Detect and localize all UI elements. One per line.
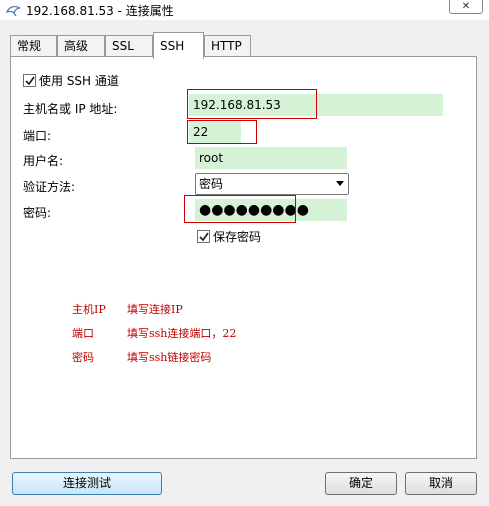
tab-label: HTTP xyxy=(211,39,242,53)
window-title: 192.168.81.53 - 连接属性 xyxy=(26,4,174,18)
tab-label: SSH xyxy=(160,39,185,53)
annotation-text: 填写ssh链接密码 xyxy=(127,351,212,364)
port-label: 端口: xyxy=(23,129,52,143)
title-bar: 192.168.81.53 - 连接属性 ✕ xyxy=(0,0,489,20)
tab-ssl[interactable]: SSL xyxy=(105,35,153,57)
tab-general[interactable]: 常规 xyxy=(10,35,57,57)
dolphin-app-icon xyxy=(5,3,22,17)
connection-test-button[interactable]: 连接测试 xyxy=(12,472,162,495)
close-icon: ✕ xyxy=(461,1,471,12)
connection-properties-window: 192.168.81.53 - 连接属性 ✕ 常规 高级 SSL SSH HTT… xyxy=(0,0,489,506)
tab-label: SSL xyxy=(112,39,134,53)
dropdown-arrow-icon xyxy=(336,181,344,186)
tab-label: 常规 xyxy=(17,39,42,53)
tab-label: 高级 xyxy=(64,39,89,53)
username-input[interactable]: root xyxy=(195,147,347,169)
annotation-key: 端口 xyxy=(72,327,94,340)
tab-ssh[interactable]: SSH xyxy=(153,32,204,59)
username-label: 用户名: xyxy=(23,154,64,168)
annotation-key: 密码 xyxy=(72,351,94,364)
save-password-label: 保存密码 xyxy=(213,230,262,244)
password-label: 密码: xyxy=(23,206,52,220)
auth-method-value: 密码 xyxy=(199,177,224,191)
auth-method-select[interactable]: 密码 xyxy=(195,173,349,195)
use-ssh-label: 使用 SSH 通道 xyxy=(39,74,119,88)
ok-button[interactable]: 确定 xyxy=(325,472,397,495)
annotation-text: 填写ssh连接端口，22 xyxy=(127,327,237,340)
close-button[interactable]: ✕ xyxy=(449,0,483,14)
tab-advanced[interactable]: 高级 xyxy=(57,35,105,57)
host-label: 主机名或 IP 地址: xyxy=(23,102,118,116)
auth-method-label: 验证方法: xyxy=(23,180,76,194)
save-password-checkbox[interactable] xyxy=(197,230,210,243)
tab-http[interactable]: HTTP xyxy=(204,35,251,57)
password-highlight-box xyxy=(184,195,296,223)
annotation-key: 主机IP xyxy=(72,303,106,316)
port-highlight-box xyxy=(187,120,257,144)
cancel-button[interactable]: 取消 xyxy=(405,472,477,495)
host-highlight-box xyxy=(187,89,317,119)
use-ssh-checkbox[interactable] xyxy=(23,74,36,87)
checkmark-icon xyxy=(199,232,209,242)
checkmark-icon xyxy=(25,76,35,86)
annotation-text: 填写连接IP xyxy=(127,303,183,316)
